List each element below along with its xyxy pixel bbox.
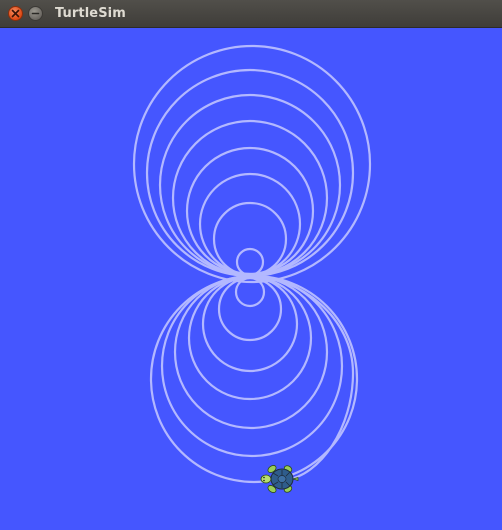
drawing-surface <box>132 44 372 493</box>
trail-loop <box>132 44 372 284</box>
trail-loop <box>185 146 315 276</box>
close-icon <box>11 9 20 18</box>
trail-loop <box>198 172 302 276</box>
trail-loop <box>173 274 329 430</box>
pen-trail <box>132 44 372 484</box>
trail-loop <box>149 274 359 484</box>
turtle-icon <box>260 465 299 493</box>
trail-loop <box>217 276 283 342</box>
trail-loop <box>235 247 265 277</box>
close-button[interactable] <box>8 6 23 21</box>
trail-loop <box>212 201 288 277</box>
minimize-button[interactable] <box>28 6 43 21</box>
turtle-canvas <box>0 28 502 530</box>
trail-loop <box>171 119 329 277</box>
title-bar[interactable]: TurtleSim <box>0 0 502 28</box>
trail-loop <box>187 275 313 401</box>
trail-loop <box>201 275 299 373</box>
window-title: TurtleSim <box>55 6 126 21</box>
turtlesim-window: TurtleSim <box>0 0 502 530</box>
minimize-icon <box>31 12 40 15</box>
